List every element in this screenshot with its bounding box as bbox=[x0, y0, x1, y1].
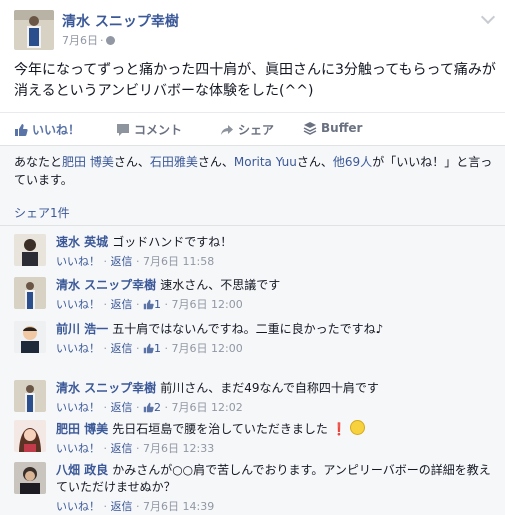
comment-text: ゴッドハンドですね！ bbox=[112, 235, 233, 249]
buffer-stack-icon bbox=[303, 122, 317, 135]
post-meta: 7月6日 · bbox=[62, 32, 115, 48]
thumbs-up-icon bbox=[143, 299, 154, 310]
comment-text: 先日石垣島で腰を治していただきました bbox=[112, 422, 328, 436]
thumbs-up-icon bbox=[143, 402, 154, 413]
commenter-name[interactable]: 前川 浩一 bbox=[56, 322, 108, 336]
action-bar: いいね！ コメント シェア Buffer bbox=[0, 112, 505, 145]
comment-reply-link[interactable]: 返信 bbox=[111, 500, 133, 513]
comment-like-link[interactable]: いいね！ bbox=[56, 401, 100, 414]
avatar[interactable] bbox=[14, 462, 46, 494]
comment-text: 前川さん、まだ49なんで自称四十肩です bbox=[160, 381, 379, 395]
comment-timestamp[interactable]: 7月6日 11:58 bbox=[143, 255, 214, 268]
comment-like-count[interactable]: 1 bbox=[143, 342, 161, 355]
commenter-name[interactable]: 肥田 博美 bbox=[56, 422, 108, 436]
feedback-section: あなたと肥田 博美さん、石田雅美さん、Morita Yuuさん、他69人が「いい… bbox=[0, 145, 505, 515]
globe-icon[interactable] bbox=[105, 36, 115, 45]
comment-like-link[interactable]: いいね！ bbox=[56, 500, 100, 513]
avatar[interactable] bbox=[14, 321, 46, 353]
comment-reply-link[interactable]: 返信 bbox=[111, 298, 133, 311]
buffer-button[interactable]: Buffer bbox=[303, 121, 362, 135]
liker-link-3[interactable]: Morita Yuu bbox=[234, 155, 297, 169]
avatar[interactable] bbox=[14, 420, 46, 452]
comment-like-count[interactable]: 2 bbox=[143, 401, 161, 414]
comment-reply-link[interactable]: 返信 bbox=[111, 342, 133, 355]
share-arrow-icon bbox=[221, 125, 233, 135]
like-button[interactable]: いいね！ bbox=[14, 121, 80, 138]
comment-like-link[interactable]: いいね！ bbox=[56, 442, 100, 455]
like-label: いいね！ bbox=[32, 123, 81, 137]
comment-reply-link[interactable]: 返信 bbox=[111, 401, 133, 414]
avatar[interactable] bbox=[14, 380, 46, 412]
commenter-name[interactable]: 速水 英城 bbox=[56, 235, 108, 249]
thumbs-up-icon bbox=[15, 124, 28, 136]
commenter-name[interactable]: 清水 スニップ幸樹 bbox=[56, 278, 156, 292]
thumbs-up-icon bbox=[143, 343, 154, 354]
comment-meta: いいね！ · 返信 · 7月6日 12:33 bbox=[56, 442, 215, 455]
comment-text: 五十肩ではないんですね。二重に良かったですね♪ bbox=[112, 322, 384, 336]
comment-timestamp[interactable]: 7月6日 14:39 bbox=[143, 500, 214, 513]
share-label: シェア bbox=[238, 123, 275, 137]
comment-meta: いいね！ · 返信 · 2 · 7月6日 12:02 bbox=[56, 401, 243, 414]
shares-link[interactable]: シェア1件 bbox=[14, 204, 70, 221]
comment-reply-link[interactable]: 返信 bbox=[111, 442, 133, 455]
exclamation-icon: ❗ bbox=[331, 422, 347, 436]
avatar[interactable] bbox=[14, 234, 46, 266]
comment-meta: いいね！ · 返信 · 1 · 7月6日 12:00 bbox=[56, 298, 243, 311]
author-avatar[interactable] bbox=[14, 10, 54, 50]
comment-text: かみさんが○○肩で苦しんでおります。アンピリーバボーの詳細を教えていただけませぬ… bbox=[56, 463, 491, 494]
comment-like-count[interactable]: 1 bbox=[143, 298, 161, 311]
comment-button[interactable]: コメント bbox=[116, 121, 182, 138]
share-button[interactable]: シェア bbox=[220, 121, 274, 138]
comment-timestamp[interactable]: 7月6日 12:00 bbox=[172, 342, 243, 355]
comment-like-link[interactable]: いいね！ bbox=[56, 342, 100, 355]
comment-meta: いいね！ · 返信 · 1 · 7月6日 12:00 bbox=[56, 342, 243, 355]
other-likers-link[interactable]: 他69人 bbox=[333, 155, 372, 169]
post-message: 今年になってずっと痛かった四十肩が、眞田さんに3分触ってもらって痛みが消えるとい… bbox=[14, 62, 496, 99]
comment-label: コメント bbox=[134, 123, 183, 137]
likes-summary: あなたと肥田 博美さん、石田雅美さん、Morita Yuuさん、他69人が「いい… bbox=[14, 155, 493, 187]
comment-like-link[interactable]: いいね！ bbox=[56, 255, 100, 268]
comment-timestamp[interactable]: 7月6日 12:00 bbox=[172, 298, 243, 311]
commenter-name[interactable]: 清水 スニップ幸樹 bbox=[56, 381, 156, 395]
comment-timestamp[interactable]: 7月6日 12:33 bbox=[143, 442, 214, 455]
comment-reply-link[interactable]: 返信 bbox=[111, 255, 133, 268]
liker-link-2[interactable]: 石田雅美 bbox=[150, 155, 198, 169]
chevron-down-icon[interactable] bbox=[480, 9, 496, 25]
buffer-label: Buffer bbox=[321, 121, 363, 135]
divider bbox=[0, 225, 505, 226]
comment-icon bbox=[117, 124, 129, 136]
comment-meta: いいね！ · 返信 · 7月6日 14:39 bbox=[56, 500, 215, 513]
comment-text: 速水さん、不思議です bbox=[160, 278, 281, 292]
avatar[interactable] bbox=[14, 277, 46, 309]
author-name[interactable]: 清水 スニップ幸樹 bbox=[62, 11, 179, 31]
comment-timestamp[interactable]: 7月6日 12:02 bbox=[172, 401, 243, 414]
smile-emoji-icon bbox=[350, 420, 366, 435]
liker-link-1[interactable]: 肥田 博美 bbox=[62, 155, 114, 169]
commenter-name[interactable]: 八畑 政良 bbox=[56, 463, 108, 477]
comment-like-link[interactable]: いいね！ bbox=[56, 298, 100, 311]
comment-meta: いいね！ · 返信 · 7月6日 11:58 bbox=[56, 255, 215, 268]
post-date[interactable]: 7月6日 bbox=[62, 34, 98, 47]
facebook-post: 清水 スニップ幸樹 7月6日 · 今年になってずっと痛かった四十肩が、眞田さんに3… bbox=[0, 0, 505, 515]
